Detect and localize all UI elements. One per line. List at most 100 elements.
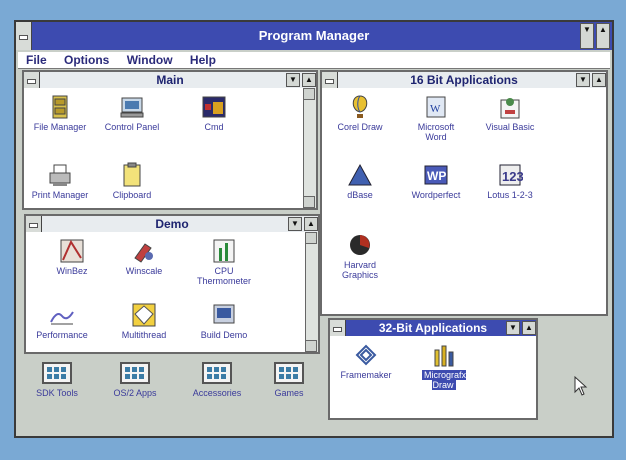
file-manager-label: File Manager [33, 122, 87, 132]
wordperfect-icon: WP [424, 165, 448, 185]
harvard-graphics-icon [350, 235, 370, 255]
maximize-button[interactable]: ▲ [596, 23, 610, 49]
word-icon: W [426, 96, 446, 118]
main-scrollbar[interactable] [303, 88, 316, 208]
microsoft-word-item[interactable]: W Microsoft Word [406, 94, 466, 142]
winbez-item[interactable]: WinBez [42, 238, 102, 276]
winscale-item[interactable]: Winscale [114, 238, 174, 276]
thirtytwo-bit-title-bar[interactable]: 32-Bit Applications ▼ ▲ [330, 320, 536, 336]
sixteen-bit-system-menu[interactable] [322, 72, 338, 88]
visual-basic-icon [500, 98, 520, 119]
corel-draw-label: Corel Draw [337, 122, 383, 132]
thirtytwo-bit-maximize-button[interactable]: ▲ [522, 321, 536, 335]
main-scroll-up[interactable] [303, 88, 315, 100]
thermometer-icon [213, 239, 235, 263]
control-panel-label: Control Panel [104, 122, 160, 132]
accessories-label: Accessories [192, 388, 242, 398]
main-scroll-down[interactable] [303, 196, 315, 208]
wordperfect-item[interactable]: WP Wordperfect [406, 162, 466, 200]
cpu-thermometer-item[interactable]: CPU Thermometer [194, 238, 254, 286]
main-group-window: Main ▼ ▲ File Manager Control Panel Cmd … [22, 70, 318, 210]
main-maximize-button[interactable]: ▲ [302, 73, 316, 87]
accessories-group[interactable]: Accessories [182, 362, 252, 398]
main-title-bar[interactable]: Main ▼ ▲ [24, 72, 316, 88]
system-menu-button[interactable] [16, 22, 32, 50]
demo-maximize-button[interactable]: ▲ [304, 217, 318, 231]
harvard-graphics-item[interactable]: Harvard Graphics [330, 232, 390, 280]
sixteen-bit-minimize-button[interactable]: ▼ [576, 73, 590, 87]
svg-text:W: W [430, 103, 441, 115]
visual-basic-item[interactable]: Visual Basic [480, 94, 540, 132]
corel-draw-item[interactable]: Corel Draw [330, 94, 390, 132]
lotus-icon: 123 [499, 164, 523, 186]
sixteen-bit-title: 16 Bit Applications [410, 73, 518, 87]
games-label: Games [274, 388, 304, 398]
clipboard-item[interactable]: Clipboard [102, 162, 162, 200]
program-group-icon [274, 362, 304, 384]
command-prompt-icon [202, 96, 226, 118]
winscale-icon [134, 243, 153, 263]
thirtytwo-bit-minimize-button[interactable]: ▼ [506, 321, 520, 335]
demo-scrollbar[interactable] [305, 232, 318, 352]
program-group-icon [120, 362, 150, 384]
cmd-item[interactable]: Cmd [184, 94, 244, 132]
program-manager-window: Program Manager ▼ ▲ File Options Window … [14, 20, 614, 438]
thirtytwo-bit-system-menu[interactable] [330, 320, 346, 336]
cmd-label: Cmd [204, 122, 224, 132]
sixteen-bit-maximize-button[interactable]: ▲ [592, 73, 606, 87]
dbase-item[interactable]: dBase [330, 162, 390, 200]
file-cabinet-icon [52, 95, 68, 119]
program-group-icon [42, 362, 72, 384]
demo-system-menu[interactable] [26, 216, 42, 232]
minimize-button[interactable]: ▼ [580, 23, 594, 49]
dbase-label: dBase [347, 190, 373, 200]
demo-scroll-up[interactable] [305, 232, 317, 244]
pyramid-icon [348, 163, 372, 186]
framemaker-item[interactable]: Framemaker [336, 342, 396, 380]
menu-window[interactable]: Window [127, 52, 173, 68]
framemaker-label: Framemaker [340, 370, 392, 380]
balloon-icon [352, 95, 368, 118]
microsoft-word-label: Microsoft Word [417, 122, 455, 142]
build-demo-label: Build Demo [200, 330, 248, 340]
menu-options[interactable]: Options [64, 52, 109, 68]
printer-icon [49, 164, 71, 186]
menu-file[interactable]: File [26, 52, 47, 68]
main-minimize-button[interactable]: ▼ [286, 73, 300, 87]
micrografx-draw-icon [434, 345, 454, 367]
multithread-item[interactable]: Multithread [114, 302, 174, 340]
lotus-label: Lotus 1-2-3 [487, 190, 533, 200]
os2-apps-group[interactable]: OS/2 Apps [100, 362, 170, 398]
file-manager-item[interactable]: File Manager [30, 94, 90, 132]
demo-title-bar[interactable]: Demo ▼ ▲ [26, 216, 318, 232]
build-demo-item[interactable]: Build Demo [194, 302, 254, 340]
sixteen-bit-group-window: 16 Bit Applications ▼ ▲ Corel Draw W Mic… [320, 70, 608, 316]
main-title: Main [156, 73, 184, 87]
app-title-bar[interactable]: Program Manager ▼ ▲ [16, 22, 612, 50]
performance-item[interactable]: Performance [32, 302, 92, 340]
thirtytwo-bit-group-window: 32-Bit Applications ▼ ▲ Framemaker Micro… [328, 318, 538, 420]
multithread-icon [132, 303, 156, 327]
sdk-tools-group[interactable]: SDK Tools [22, 362, 92, 398]
games-group[interactable]: Games [254, 362, 324, 398]
demo-scroll-down[interactable] [305, 340, 317, 352]
control-panel-icon [120, 97, 144, 118]
framemaker-icon [355, 344, 377, 366]
harvard-graphics-label: Harvard Graphics [341, 260, 378, 280]
demo-minimize-button[interactable]: ▼ [288, 217, 302, 231]
control-panel-item[interactable]: Control Panel [102, 94, 162, 132]
app-title: Program Manager [258, 28, 370, 43]
sixteen-bit-title-bar[interactable]: 16 Bit Applications ▼ ▲ [322, 72, 606, 88]
micrografx-draw-item[interactable]: Micrografx Draw [414, 342, 474, 390]
performance-label: Performance [36, 330, 88, 340]
demo-group-window: Demo ▼ ▲ WinBez Winscale CPU Thermometer… [24, 214, 320, 354]
performance-icon [50, 311, 74, 325]
demo-title: Demo [155, 217, 189, 231]
lotus-item[interactable]: 123 Lotus 1-2-3 [480, 162, 540, 200]
micrografx-draw-label: Micrografx Draw [421, 370, 466, 390]
menu-help[interactable]: Help [190, 52, 216, 68]
clipboard-label: Clipboard [112, 190, 152, 200]
main-system-menu[interactable] [24, 72, 40, 88]
print-manager-item[interactable]: Print Manager [30, 162, 90, 200]
svg-text:123: 123 [502, 169, 523, 184]
